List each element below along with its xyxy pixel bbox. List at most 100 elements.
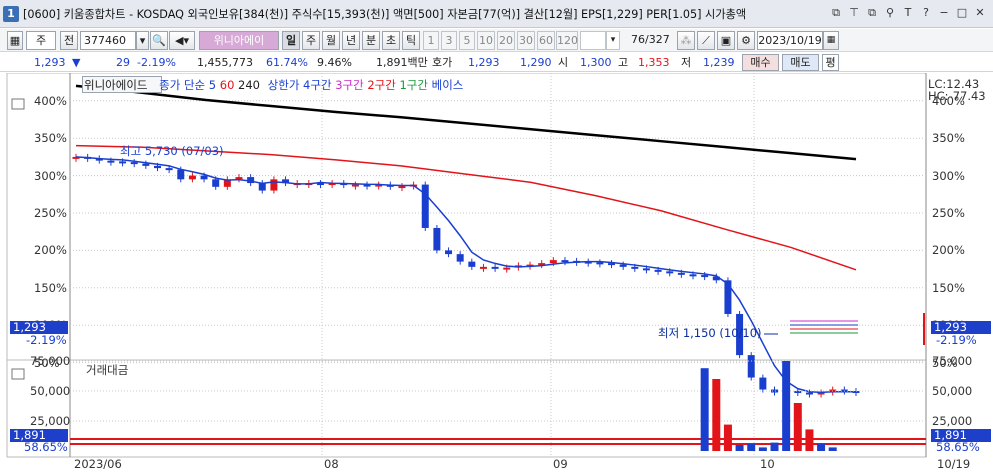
- tab-second[interactable]: 초: [382, 31, 400, 50]
- maximize-icon[interactable]: □: [955, 6, 969, 20]
- chart-legend: 위니아에이드 종가 단순 5 60 240 상한가 4구간 3구간 2구간 1구…: [84, 77, 463, 93]
- x-label-2: 09: [553, 457, 568, 471]
- legend-ma60: 60: [219, 78, 235, 92]
- window-controls: ⧉ ⊤ ⧉ ⚲ T ? − □ ✕: [829, 6, 987, 20]
- y-tick-label-right: 350%: [932, 131, 965, 146]
- volume-tick-label-right: 75,000: [932, 354, 973, 368]
- low-label: 저: [681, 56, 692, 69]
- tab-year[interactable]: 년: [342, 31, 360, 50]
- code-dropdown-icon[interactable]: ▾: [136, 31, 149, 50]
- stock-code-input[interactable]: 377460: [80, 31, 136, 50]
- candle: [666, 271, 674, 274]
- volume-bar: [805, 429, 814, 451]
- interval-30[interactable]: 30: [517, 31, 535, 50]
- copy-icon[interactable]: ⧉: [865, 6, 879, 20]
- window-titlebar: 1 [0600] 키움종합차트 - KOSDAQ 외국인보유[384(천)] 주…: [0, 0, 993, 28]
- sound-icon[interactable]: ◀▾: [169, 31, 195, 50]
- tab-tick[interactable]: 틱: [402, 31, 420, 50]
- y-tick-label-right: 250%: [932, 206, 965, 220]
- eval-button[interactable]: 평: [822, 54, 839, 71]
- page-current[interactable]: 76: [623, 31, 645, 50]
- calendar-icon[interactable]: ▦: [823, 31, 839, 50]
- settings-icon[interactable]: ⚙: [737, 31, 755, 50]
- legend-limit1: 1구간: [399, 78, 428, 92]
- candle: [165, 168, 173, 171]
- hoga-label: 호가: [432, 56, 453, 69]
- interval-20[interactable]: 20: [497, 31, 515, 50]
- legend-base: 베이스: [431, 78, 464, 92]
- volume-ratio: 61.74%: [266, 56, 308, 69]
- volume-tick-label-left: 25,000: [30, 414, 71, 428]
- ask-price: 1,293: [468, 56, 500, 69]
- y-tick-label-left: 300%: [34, 168, 67, 183]
- x-label-1: 08: [324, 457, 339, 471]
- hc-value: HC:-77.43: [928, 89, 986, 103]
- candle: [561, 260, 569, 263]
- interval-60[interactable]: 60: [537, 31, 555, 50]
- candle: [200, 175, 208, 180]
- page-total: /327: [645, 33, 670, 46]
- candle: [549, 260, 557, 264]
- candle: [351, 184, 359, 187]
- interval-10[interactable]: 10: [477, 31, 495, 50]
- candle: [596, 262, 604, 265]
- restore-icon[interactable]: ⧉: [829, 6, 843, 20]
- y-tick-label-left: 150%: [34, 280, 67, 295]
- save-icon[interactable]: ▣: [717, 31, 735, 50]
- candle: [491, 266, 499, 269]
- text-icon[interactable]: T: [901, 6, 915, 20]
- volume-tick-label-left: 75,000: [30, 354, 71, 368]
- period-select[interactable]: 주: [26, 31, 56, 50]
- candle: [468, 261, 476, 267]
- search-icon[interactable]: 🔍: [150, 31, 168, 50]
- price-pct-right: -2.19%: [936, 333, 977, 347]
- tab-day[interactable]: 일: [282, 31, 300, 50]
- legend-stock-name: 위니아에이드: [84, 78, 148, 92]
- down-arrow-icon: ▼: [72, 56, 81, 69]
- window-number: 1: [3, 5, 19, 22]
- volume-bar: [782, 361, 791, 451]
- price-pct-left: -2.19%: [26, 333, 67, 347]
- tool-icon[interactable]: ⚲: [883, 6, 897, 20]
- stock-name[interactable]: 위니아에이: [199, 31, 279, 50]
- chart-list-icon[interactable]: ▦: [7, 31, 23, 50]
- line-tool-icon[interactable]: ⟋: [697, 31, 715, 50]
- grid-icon[interactable]: ⁂: [677, 31, 695, 50]
- tab-month[interactable]: 월: [322, 31, 340, 50]
- close-icon[interactable]: ✕: [973, 6, 987, 20]
- candle: [119, 161, 127, 164]
- sell-button[interactable]: 매도: [782, 54, 819, 71]
- candle: [456, 254, 464, 262]
- tab-week[interactable]: 주: [302, 31, 320, 50]
- tab-minute[interactable]: 분: [362, 31, 380, 50]
- interval-3[interactable]: 3: [441, 31, 457, 50]
- interval-dropdown-icon[interactable]: ▾: [606, 31, 620, 50]
- volume-pct-right: 58.65%: [936, 440, 980, 454]
- y-tick-label-right: 300%: [932, 168, 965, 183]
- annotation-high: 최고 5,730 (07/03): [120, 144, 224, 158]
- price-panel-frame: [6, 73, 927, 361]
- chart-area[interactable]: 위니아에이드 종가 단순 5 60 240 상한가 4구간 3구간 2구간 1구…: [0, 73, 993, 473]
- date-input[interactable]: 2023/10/19: [757, 31, 823, 50]
- interval-select[interactable]: [580, 31, 606, 50]
- turnover-rate: 9.46%: [317, 56, 352, 69]
- open-price: 1,300: [580, 56, 612, 69]
- chart-svg: [6, 73, 927, 458]
- interval-1[interactable]: 1: [423, 31, 439, 50]
- candle: [398, 186, 406, 189]
- pin-icon[interactable]: ⊤: [847, 6, 861, 20]
- all-button[interactable]: 전: [60, 31, 78, 50]
- open-label: 시: [558, 56, 569, 69]
- volume-tick-label-left: 50,000: [30, 384, 71, 398]
- interval-5[interactable]: 5: [459, 31, 475, 50]
- interval-120[interactable]: 120: [556, 31, 578, 50]
- minimize-icon[interactable]: −: [937, 6, 951, 20]
- volume-bar: [770, 442, 779, 451]
- candle: [212, 179, 220, 187]
- candle: [794, 391, 802, 394]
- help-icon[interactable]: ?: [919, 6, 933, 20]
- candle: [724, 280, 732, 314]
- x-label-3: 10: [760, 457, 775, 471]
- buy-button[interactable]: 매수: [742, 54, 779, 71]
- x-label-0: 2023/06: [74, 457, 122, 471]
